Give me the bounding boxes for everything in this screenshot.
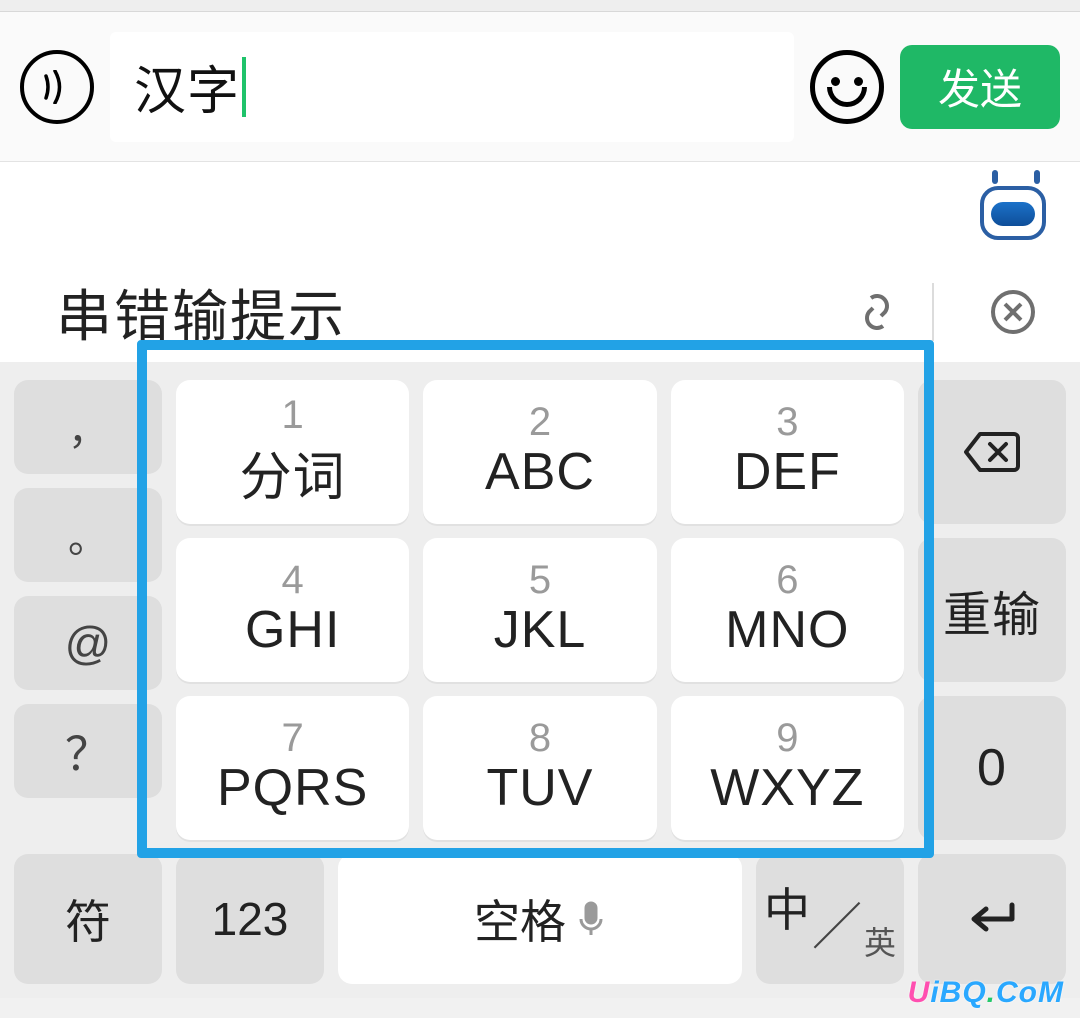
t9-label: 分词 [240,435,346,510]
t9-label: WXYZ [710,758,864,818]
candidate-text[interactable]: 串错输提示 [56,272,824,353]
t9-num: 5 [529,560,551,600]
keyboard: ， 。 @ ？ 1 分词 2 ABC 3 DEF 4 GHI [0,362,1080,998]
t9-num: 2 [529,402,551,442]
t9-label: ABC [485,442,595,502]
t9-num: 3 [776,402,798,442]
t9-num: 9 [776,718,798,758]
mic-icon [576,899,606,939]
bottom-row: 符 123 空格 中 ／ 英 [14,854,1066,984]
t9-label: DEF [734,442,841,502]
message-input[interactable]: 汉字 [110,32,794,142]
t9-key-7[interactable]: 7 PQRS [176,696,409,840]
t9-key-1[interactable]: 1 分词 [176,380,409,524]
backspace-icon [962,430,1022,474]
message-input-value: 汉字 [134,49,240,124]
t9-label: JKL [494,600,587,660]
voice-icon[interactable] [20,50,94,124]
t9-label: MNO [725,600,849,660]
lang-slash: ／ [812,887,862,959]
candidate-row: 串错输提示 [0,262,1080,362]
t9-key-9[interactable]: 9 WXYZ [671,696,904,840]
t9-key-2[interactable]: 2 ABC [423,380,656,524]
status-bar [0,0,1080,12]
key-zero[interactable]: 0 [918,696,1066,840]
assistant-icon[interactable] [980,170,1052,250]
key-period[interactable]: 。 [14,488,162,582]
backspace-key[interactable] [918,380,1066,524]
t9-num: 8 [529,718,551,758]
left-column: ， 。 @ ？ [14,380,162,840]
numbers-key[interactable]: 123 [176,854,324,984]
key-at[interactable]: @ [14,596,162,690]
t9-num: 1 [282,395,304,435]
close-icon[interactable] [984,283,1042,341]
key-comma[interactable]: ， [14,380,162,474]
chat-input-row: 汉字 发送 [0,12,1080,162]
t9-num: 4 [282,560,304,600]
send-button[interactable]: 发送 [900,45,1060,129]
space-key[interactable]: 空格 [338,854,742,984]
enter-key[interactable] [918,854,1066,984]
t9-label: GHI [245,600,340,660]
watermark: UiBQ.CoM [908,976,1064,1010]
language-key[interactable]: 中 ／ 英 [756,854,904,984]
enter-icon [964,899,1020,939]
t9-grid: 1 分词 2 ABC 3 DEF 4 GHI 5 JKL 6 MNO [176,380,904,840]
symbols-key[interactable]: 符 [14,854,162,984]
lang-en: 英 [864,918,896,964]
t9-num: 6 [776,560,798,600]
divider [932,283,934,341]
t9-key-4[interactable]: 4 GHI [176,538,409,682]
right-column: 重输 0 [918,380,1066,840]
space-label: 空格 [474,886,566,952]
assistant-row [0,162,1080,262]
t9-label: TUV [486,758,593,818]
t9-key-6[interactable]: 6 MNO [671,538,904,682]
t9-key-5[interactable]: 5 JKL [423,538,656,682]
t9-key-8[interactable]: 8 TUV [423,696,656,840]
retype-key[interactable]: 重输 [918,538,1066,682]
link-icon[interactable] [848,283,906,341]
t9-key-3[interactable]: 3 DEF [671,380,904,524]
emoji-icon[interactable] [810,50,884,124]
lang-zh: 中 [764,874,810,940]
t9-num: 7 [282,718,304,758]
caret [242,57,246,117]
t9-label: PQRS [217,758,368,818]
key-question[interactable]: ？ [14,704,162,798]
